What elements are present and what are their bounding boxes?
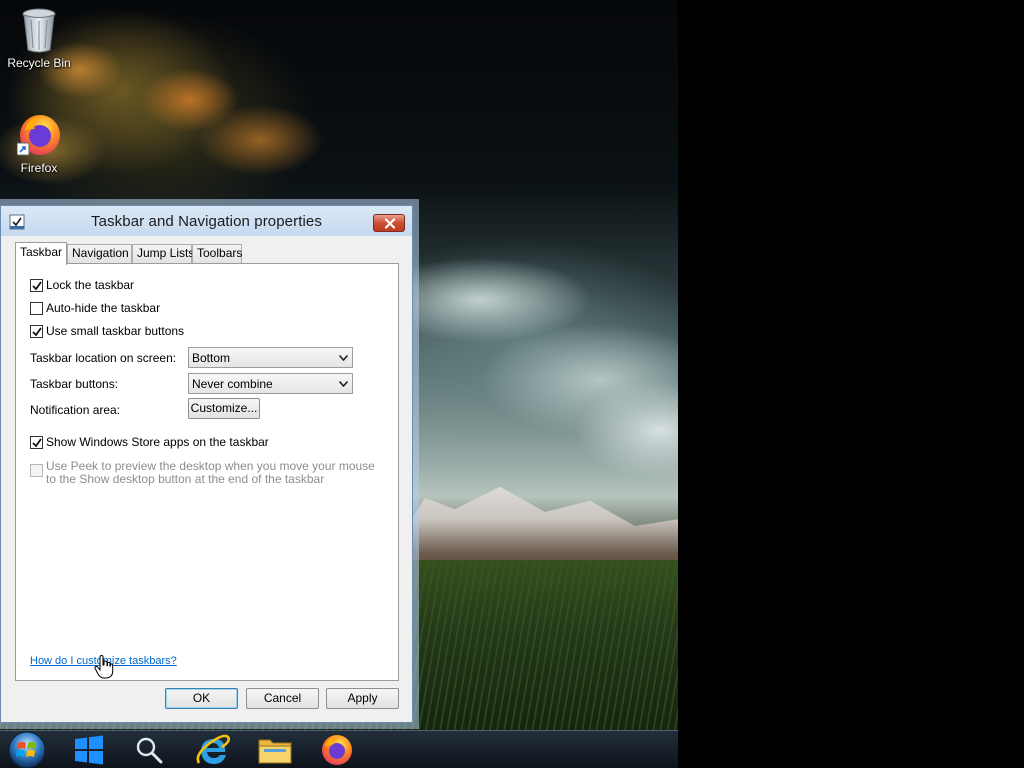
checkbox-box[interactable] [30, 325, 43, 338]
file-explorer-button[interactable] [248, 733, 302, 767]
checkbox-box[interactable] [30, 436, 43, 449]
start-orb-icon [8, 731, 46, 768]
checkbox-label: Use Peek to preview the desktop when you… [46, 459, 375, 486]
close-button[interactable] [373, 214, 405, 232]
checkbox-box [30, 464, 43, 477]
checkbox-box[interactable] [30, 279, 43, 292]
start-button[interactable] [0, 731, 54, 768]
windows-logo-icon [75, 735, 103, 765]
desktop-icon-label: Recycle Bin [7, 56, 71, 70]
taskbar [0, 730, 678, 768]
checkmark-icon [32, 438, 42, 448]
search-icon [136, 737, 163, 764]
checkmark-icon [32, 281, 42, 291]
taskbar-location-label: Taskbar location on screen: [30, 351, 177, 365]
taskbar-buttons-select[interactable]: Never combine [188, 373, 353, 394]
close-icon [384, 218, 396, 229]
checkbox-label: Auto-hide the taskbar [46, 301, 161, 315]
select-value: Bottom [192, 351, 231, 365]
dialog-title: Taskbar and Navigation properties [91, 213, 322, 230]
desktop-icon-label: Firefox [20, 161, 58, 175]
checkbox-label: Use small taskbar buttons [46, 324, 185, 338]
checkbox-label: Lock the taskbar [46, 278, 135, 292]
cancel-button[interactable]: Cancel [246, 688, 319, 709]
file-explorer-icon [258, 739, 292, 764]
chevron-down-icon [339, 381, 348, 387]
checkmark-icon [32, 327, 42, 337]
taskbar-properties-dialog: Taskbar and Navigation properties Taskba… [0, 205, 413, 723]
select-value: Never combine [192, 377, 273, 391]
search-button[interactable] [122, 733, 176, 767]
dialog-titlebar[interactable]: Taskbar and Navigation properties [1, 206, 412, 236]
tab-taskbar[interactable]: Taskbar [15, 242, 67, 265]
internet-explorer-button[interactable] [186, 733, 240, 767]
apply-button[interactable]: Apply [326, 688, 399, 709]
tab-toolbars[interactable]: Toolbars [192, 244, 242, 263]
ok-button[interactable]: OK [165, 688, 238, 709]
tab-jump-lists[interactable]: Jump Lists [132, 244, 194, 263]
internet-explorer-icon [196, 734, 230, 764]
notification-area-label: Notification area: [30, 403, 121, 417]
taskbar-tab-panel: Lock the taskbar Auto-hide the taskbar U… [15, 263, 399, 681]
checkbox-label: Show Windows Store apps on the taskbar [46, 435, 269, 449]
taskbar-location-select[interactable]: Bottom [188, 347, 353, 368]
firefox-taskbar-button[interactable] [310, 733, 364, 767]
windows-start-screen-button[interactable] [62, 733, 116, 767]
desktop-icon-recycle-bin[interactable]: Recycle Bin [1, 6, 77, 70]
desktop-icon-firefox[interactable]: Firefox [1, 111, 77, 175]
chevron-down-icon [339, 355, 348, 361]
taskbar-buttons-label: Taskbar buttons: [30, 377, 119, 391]
screen-blank-area [678, 0, 1024, 768]
recycle-bin-icon [17, 6, 61, 53]
customize-notification-button[interactable]: Customize... [188, 398, 260, 419]
dialog-body: Taskbar Navigation Jump Lists Toolbars L… [7, 236, 407, 718]
firefox-icon [322, 735, 352, 765]
tab-navigation[interactable]: Navigation [67, 244, 132, 263]
customize-taskbars-help-link[interactable]: How do I customize taskbars? [30, 655, 177, 667]
checkbox-box[interactable] [30, 302, 43, 315]
firefox-icon [16, 111, 61, 157]
